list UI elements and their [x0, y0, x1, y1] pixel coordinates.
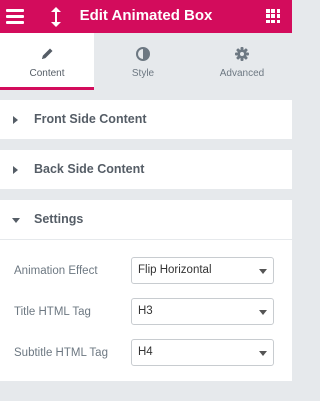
tab-style[interactable]: Style [94, 33, 192, 90]
section-title: Settings [34, 212, 84, 226]
tab-advanced-label: Advanced [219, 68, 265, 79]
tab-content-label: Content [29, 68, 65, 79]
title-html-tag-select[interactable]: H3 [131, 298, 274, 325]
animation-effect-label: Animation Effect [14, 265, 98, 277]
animation-effect-row: Animation Effect Flip Horizontal [0, 257, 292, 287]
grid-icon[interactable] [266, 9, 280, 23]
pencil-icon [42, 48, 53, 59]
tab-advanced[interactable]: Advanced [192, 33, 292, 90]
caret-right-icon [13, 116, 18, 124]
caret-down-icon [12, 218, 20, 223]
tab-style-label: Style [131, 68, 155, 79]
subtitle-html-tag-select[interactable]: H4 [131, 339, 274, 366]
section-settings[interactable]: Settings [0, 200, 292, 240]
subtitle-html-tag-row: Subtitle HTML Tag H4 [0, 339, 292, 369]
section-front-side-content[interactable]: Front Side Content [0, 100, 292, 140]
animation-effect-value: Flip Horizontal [138, 264, 212, 276]
settings-panel: Animation Effect Flip Horizontal Title H… [0, 240, 292, 381]
panel-header: Edit Animated Box [0, 0, 292, 33]
title-html-tag-value: H3 [138, 305, 153, 317]
panel-tabs: Content Style Advanced [0, 33, 292, 90]
tab-content[interactable]: Content [0, 33, 94, 90]
gear-icon [235, 47, 249, 61]
section-title: Back Side Content [34, 162, 145, 176]
section-title: Front Side Content [34, 112, 147, 126]
chevron-down-icon [259, 269, 267, 274]
section-back-side-content[interactable]: Back Side Content [0, 150, 292, 190]
title-html-tag-label: Title HTML Tag [14, 306, 91, 318]
subtitle-html-tag-value: H4 [138, 346, 153, 358]
panel-title: Edit Animated Box [79, 7, 213, 24]
animation-effect-select[interactable]: Flip Horizontal [131, 257, 274, 284]
chevron-down-icon [259, 310, 267, 315]
chevron-down-icon [259, 351, 267, 356]
contrast-icon [136, 47, 150, 61]
caret-right-icon [13, 166, 18, 174]
subtitle-html-tag-label: Subtitle HTML Tag [14, 347, 108, 359]
title-html-tag-row: Title HTML Tag H3 [0, 298, 292, 328]
